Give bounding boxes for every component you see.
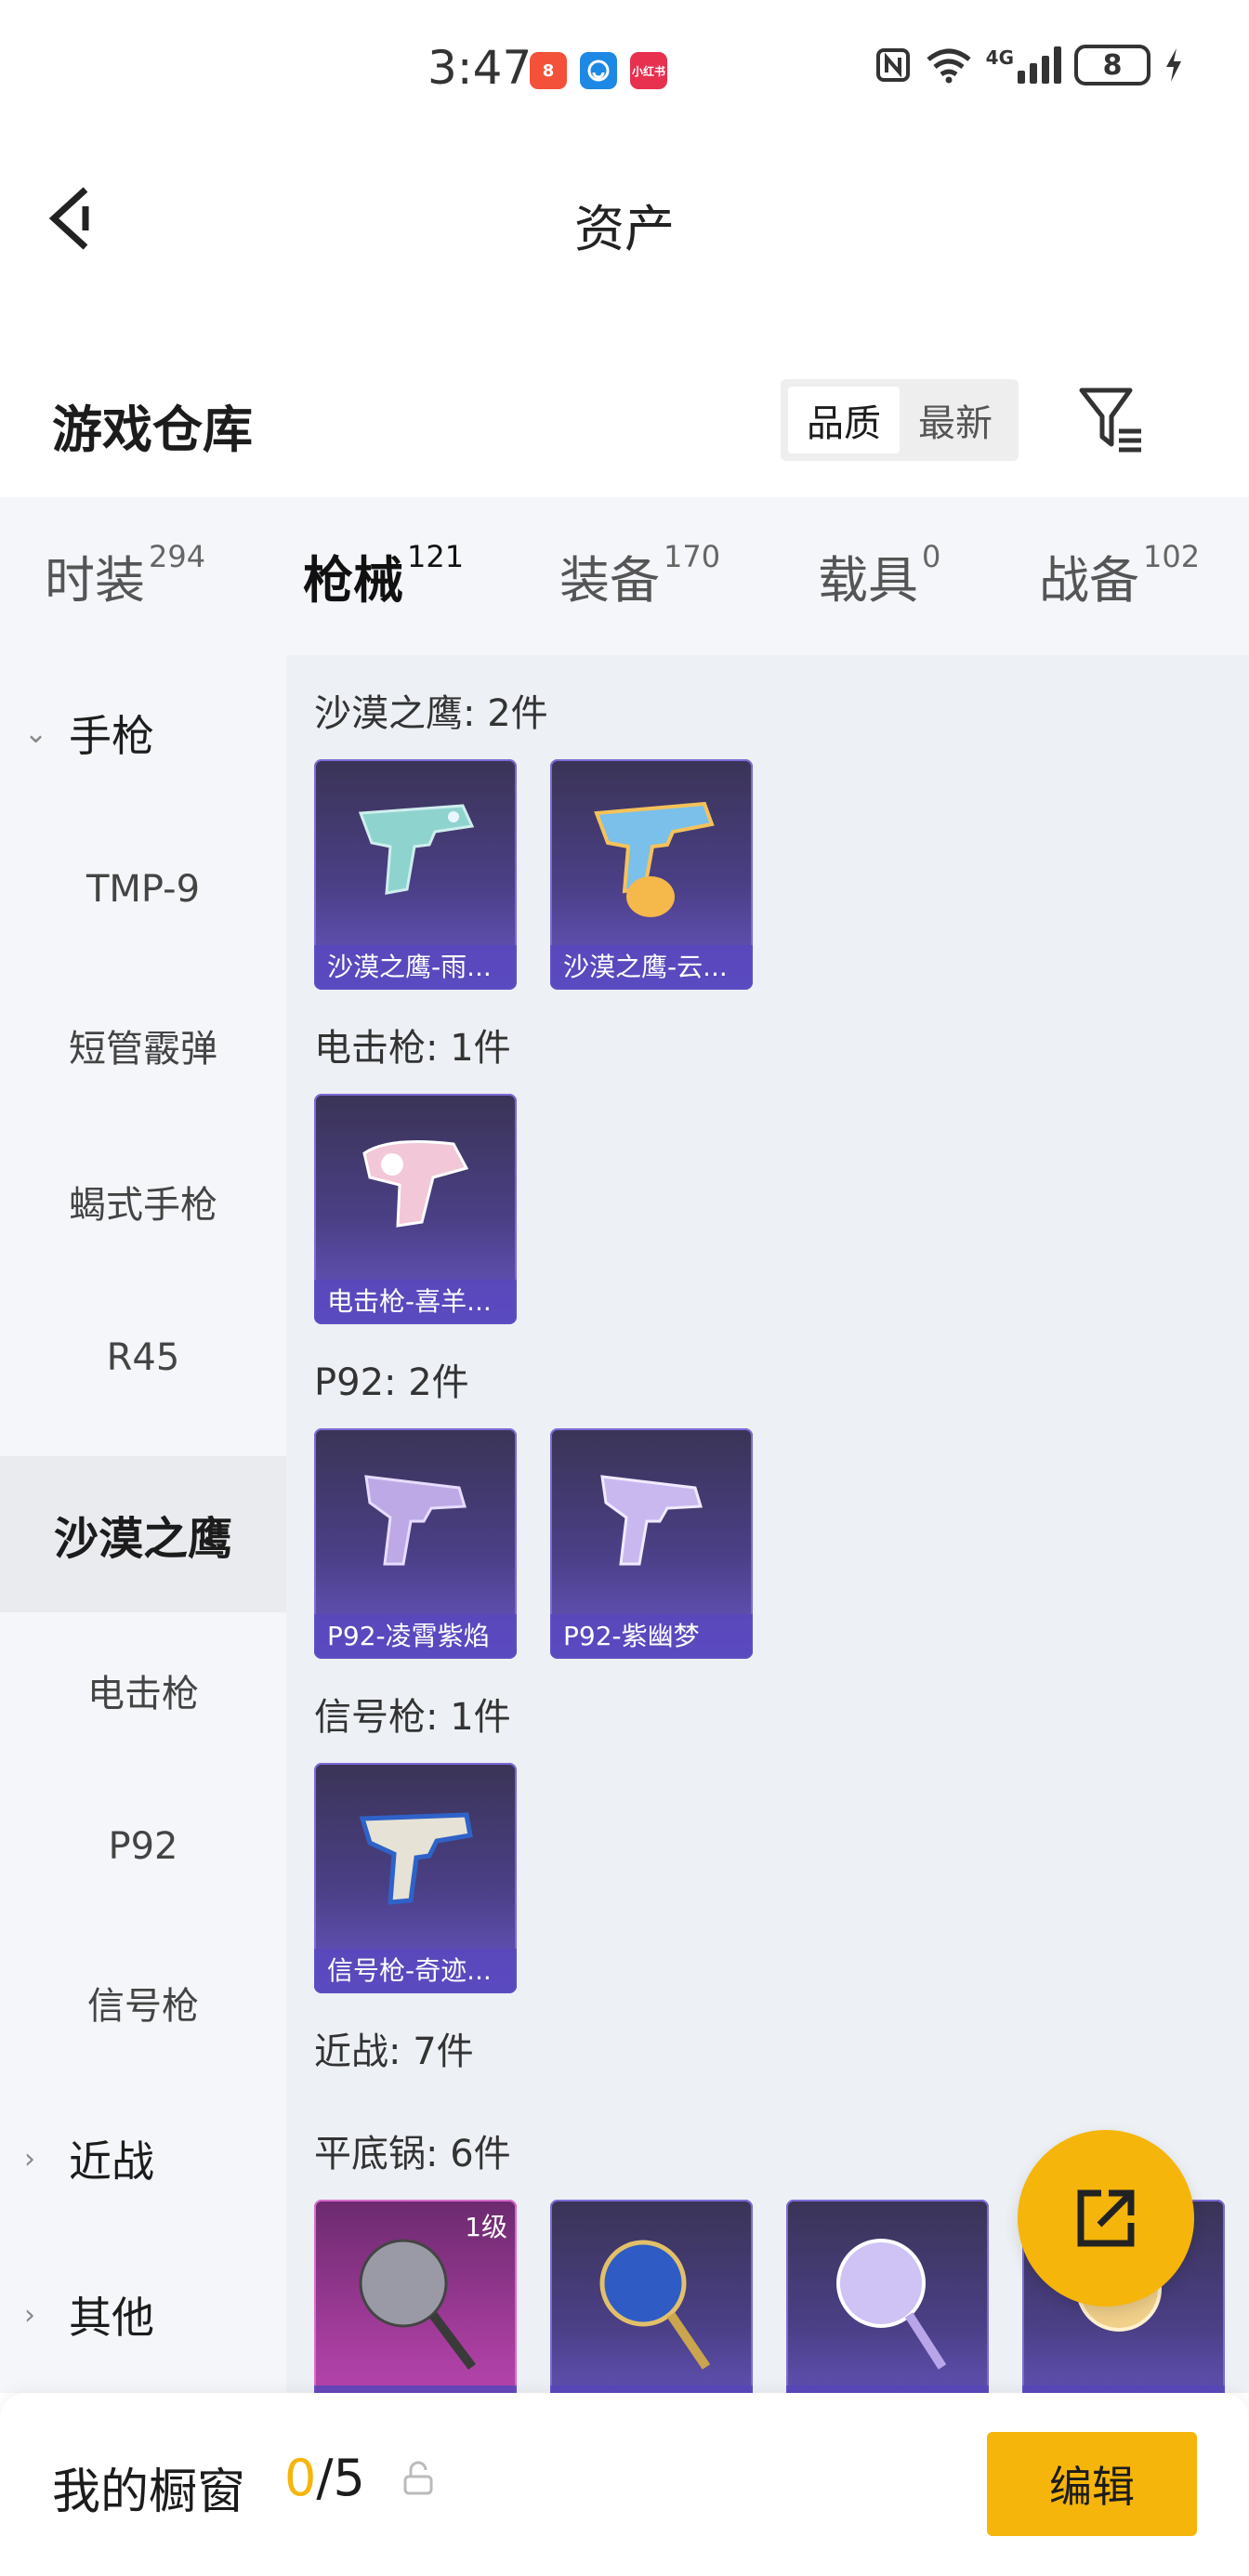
cellular-signal-icon: 4G	[986, 46, 1061, 84]
sidebar-item-p92[interactable]: P92	[0, 1768, 286, 1925]
edit-showcase-button[interactable]: 编辑	[987, 2432, 1197, 2536]
section-label-desert-eagle: 沙漠之鹰: 2件	[314, 692, 548, 735]
frying-pan-skin-icon	[599, 2240, 711, 2370]
flare-gun-skin-icon	[359, 1812, 473, 1905]
pistol-skin-icon	[600, 1475, 703, 1566]
item-name: 平底锅-可惜	[550, 2385, 753, 2393]
section-label-p92: P92: 2件	[314, 1361, 469, 1404]
showcase-count: 0/5	[284, 2449, 365, 2507]
xiaohongshu-icon: 小红书	[630, 52, 667, 89]
filter-icon	[1079, 388, 1141, 453]
chevron-down-icon: ⌄	[24, 716, 48, 750]
sort-by-newest-button[interactable]: 最新	[900, 387, 1011, 453]
sidebar-item-r45[interactable]: R45	[0, 1280, 286, 1436]
pistol-skin-icon	[358, 804, 475, 895]
section-label-melee: 近战: 7件	[314, 2031, 474, 2073]
item-card[interactable]: P92-凌霄紫焰	[314, 1428, 517, 1659]
weapon-category-sidebar: ⌄ 手枪 TMP-9 短管霰弹 蝎式手枪 R45 沙漠之鹰 电击枪 P92 信号枪…	[0, 655, 286, 2393]
tab-supplies[interactable]: 战备 102	[1039, 539, 1200, 612]
sort-toggle: 品质 最新	[781, 379, 1019, 461]
share-external-icon	[1077, 2189, 1135, 2247]
status-bar: 3:47 8 小红书 4G 8	[0, 0, 1249, 139]
tab-equipment[interactable]: 装备 170	[559, 539, 720, 612]
battery-indicator: 8	[1074, 45, 1150, 85]
filter-button[interactable]	[1076, 383, 1147, 457]
item-card[interactable]: 平底锅-迷雾	[786, 2200, 989, 2393]
sidebar-item-sawed-off[interactable]: 短管霰弹	[0, 967, 286, 1124]
warehouse-header: 游戏仓库 品质 最新	[0, 353, 1249, 493]
section-label-stun-gun: 电击枪: 1件	[314, 1027, 511, 1070]
item-card[interactable]: 1级 平底锅-喜羊	[314, 2200, 517, 2393]
item-name: P92-凌霄紫焰	[314, 1614, 517, 1659]
item-name: 电击枪-喜羊...	[314, 1280, 517, 1324]
showcase-title: 我的橱窗	[52, 2464, 246, 2520]
item-name: 沙漠之鹰-雨...	[314, 945, 517, 990]
item-name: 信号枪-奇迹...	[314, 1949, 517, 1993]
tab-fashion[interactable]: 时装 294	[45, 539, 205, 612]
frying-pan-skin-icon	[836, 2239, 947, 2370]
chevron-right-icon: ›	[24, 2298, 35, 2332]
sidebar-group-melee[interactable]: › 近战	[0, 2081, 286, 2237]
item-card[interactable]: 平底锅-可惜	[550, 2200, 753, 2393]
charging-icon	[1166, 48, 1181, 82]
notification-app-icon: 8	[530, 52, 567, 89]
page-title: 资产	[574, 200, 675, 258]
wifi-icon	[927, 48, 971, 84]
warehouse-title: 游戏仓库	[52, 401, 253, 459]
unlock-icon	[403, 2461, 433, 2495]
tab-vehicles[interactable]: 载具 0	[818, 539, 940, 612]
status-time: 3:47	[427, 41, 532, 95]
sidebar-item-flare-gun[interactable]: 信号枪	[0, 1925, 286, 2081]
item-name: P92-紫幽梦	[550, 1614, 753, 1659]
status-app-icons: 8 小红书	[530, 52, 667, 89]
section-label-frying-pan: 平底锅: 6件	[314, 2133, 511, 2175]
sidebar-item-scorpion[interactable]: 蝎式手枪	[0, 1124, 286, 1280]
status-indicators: 4G 8	[874, 45, 1184, 85]
app-header: 资产	[0, 139, 1249, 302]
sidebar-group-other[interactable]: › 其他	[0, 2237, 286, 2393]
item-name: 平底锅-喜羊	[314, 2385, 517, 2393]
item-card[interactable]: 信号枪-奇迹...	[314, 1763, 517, 1993]
item-name: 平底锅-月光	[1022, 2385, 1225, 2393]
nfc-icon	[875, 48, 910, 82]
section-label-flare-gun: 信号枪: 1件	[314, 1696, 511, 1739]
showcase-bar: 我的橱窗 0/5 编辑	[0, 2393, 1249, 2576]
frying-pan-skin-icon	[359, 2239, 476, 2370]
item-name: 平底锅-迷雾	[786, 2385, 989, 2393]
sort-by-quality-button[interactable]: 品质	[788, 387, 900, 453]
item-card[interactable]: 沙漠之鹰-雨...	[314, 759, 517, 990]
sidebar-group-pistols[interactable]: ⌄ 手枪	[0, 655, 286, 811]
item-card[interactable]: 沙漠之鹰-云...	[550, 759, 753, 990]
sidebar-item-desert-eagle[interactable]: 沙漠之鹰	[0, 1456, 286, 1612]
item-card[interactable]: 电击枪-喜羊...	[314, 1094, 517, 1324]
share-button[interactable]	[1018, 2130, 1194, 2307]
messenger-app-icon	[580, 52, 617, 89]
pistol-skin-icon	[364, 1475, 467, 1566]
chevron-right-icon: ›	[24, 2142, 35, 2175]
sidebar-item-stun-gun[interactable]: 电击枪	[0, 1612, 286, 1768]
tab-firearms[interactable]: 枪械 121	[303, 539, 464, 663]
sidebar-item-tmp9[interactable]: TMP-9	[0, 811, 286, 967]
item-name: 沙漠之鹰-云...	[550, 945, 753, 990]
stun-gun-skin-icon	[362, 1140, 469, 1228]
category-tabs: 时装 294 枪械 121 装备 170 载具 0 战备 102	[0, 497, 1249, 663]
item-card[interactable]: P92-紫幽梦	[550, 1428, 753, 1659]
pistol-skin-icon	[594, 801, 715, 917]
